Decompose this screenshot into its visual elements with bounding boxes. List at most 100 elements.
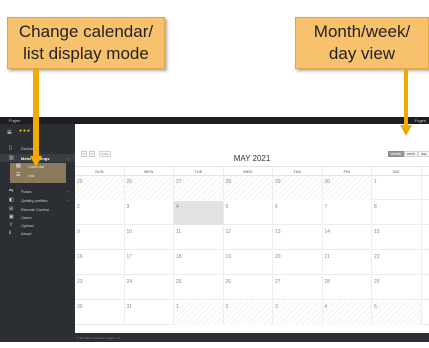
calendar-day-cell[interactable]: 8 — [372, 201, 422, 225]
calendar-day-cell[interactable]: 27 — [174, 176, 224, 200]
day-number: 4 — [324, 304, 328, 310]
day-number: 3 — [126, 204, 130, 210]
sidebar-subitem-label: List — [28, 173, 35, 178]
day-number: 6 — [275, 204, 278, 210]
day-number: 23 — [77, 279, 83, 285]
calendar-week-row: 25 26 27 28 29 30 1 — [75, 176, 429, 200]
day-number: 12 — [225, 229, 232, 235]
hamburger-menu-icon[interactable]: ≡ — [7, 129, 12, 137]
day-number: 20 — [275, 254, 281, 260]
day-number: 9 — [77, 229, 80, 235]
calendar-day-cell[interactable]: 23 — [75, 276, 125, 300]
calendar-day-cell[interactable]: 1 — [174, 301, 224, 325]
calendar-day-cell[interactable]: 21 — [323, 251, 372, 275]
calendar-day-cell[interactable]: 29 — [273, 176, 323, 200]
calendar-day-cell[interactable]: 17 — [125, 251, 174, 275]
sidebar-item-upload[interactable]: ⇧ Upload — [0, 221, 75, 229]
sidebar-item-flows[interactable]: ⇆ Flows + — [0, 187, 75, 195]
calendar-day-cell[interactable]: 30 — [322, 176, 372, 200]
calendar-day-cell[interactable]: 3 — [273, 301, 323, 325]
upload-icon: ⇧ — [9, 221, 14, 228]
day-number: 5 — [225, 204, 229, 210]
calendar-day-cell[interactable]: 20 — [273, 251, 323, 275]
info-icon: ℹ — [9, 229, 11, 236]
calendar-day-cell[interactable]: 29 — [372, 276, 422, 300]
users-icon: ▣ — [9, 213, 14, 220]
day-number: 22 — [374, 254, 380, 260]
day-number: 26 — [126, 179, 133, 185]
sidebar-item-about[interactable]: ℹ About — [0, 229, 75, 237]
day-of-week-label: SUN — [75, 167, 125, 175]
calendar-day-cell[interactable]: 30 — [75, 301, 125, 325]
calendar-day-cell[interactable]: 19 — [224, 251, 273, 275]
calendar-day-cell[interactable]: 6 — [273, 201, 323, 225]
day-number: 16 — [77, 254, 83, 260]
day-number: 26 — [225, 279, 232, 285]
day-number: 24 — [126, 279, 133, 285]
calendar-day-cell[interactable]: 2 — [223, 301, 273, 325]
calendar-day-cell[interactable]: 14 — [323, 226, 372, 250]
expand-icon: + — [66, 197, 69, 203]
day-number: 28 — [225, 179, 232, 185]
calendar-day-cell[interactable]: 26 — [124, 176, 174, 200]
expand-icon: + — [66, 188, 69, 194]
sidebar-item-remote-control[interactable]: ⊞ Remote Control — [0, 205, 75, 213]
calendar-week-row: 2 3 4 5 6 7 8 — [75, 201, 429, 225]
top-bar: Fugen Fugen — [0, 117, 429, 124]
calendar-day-cell[interactable]: 11 — [174, 226, 224, 250]
calendar-day-cell[interactable]: 5 — [224, 201, 273, 225]
calendar-day-cell[interactable]: 25 — [75, 176, 125, 200]
calendar-week-row: 23 24 25 26 27 28 29 — [75, 276, 429, 300]
calendar-day-cell[interactable]: 5 — [372, 301, 422, 325]
calendar-day-cell[interactable]: 26 — [224, 276, 273, 300]
calendar-day-cell[interactable]: 4 — [174, 201, 224, 225]
brand-label: Fugen — [9, 118, 21, 123]
day-number: 27 — [176, 179, 182, 185]
sidebar-subitem-list[interactable]: ☰ List — [10, 173, 66, 182]
calendar-day-cell[interactable]: 10 — [125, 226, 174, 250]
day-view-button[interactable]: day — [417, 151, 429, 157]
calendar-day-cell[interactable]: 27 — [273, 276, 323, 300]
calendar-day-cell[interactable]: 9 — [75, 226, 125, 250]
chart-icon: ▥ — [9, 154, 14, 161]
day-number: 2 — [225, 304, 229, 310]
calendar-day-cell[interactable]: 4 — [322, 301, 372, 325]
calendar-day-cell[interactable]: 3 — [125, 201, 174, 225]
calendar-day-cell[interactable]: 28 — [223, 176, 273, 200]
day-number: 13 — [275, 229, 281, 235]
week-view-button[interactable]: week — [403, 151, 418, 157]
calendar-day-cell[interactable]: 24 — [125, 276, 174, 300]
calendar-day-cell[interactable]: 15 — [372, 226, 422, 250]
day-number: 5 — [374, 304, 377, 310]
calendar-day-cell[interactable]: 13 — [273, 226, 323, 250]
day-of-week-label: SAT — [372, 167, 422, 175]
day-number: 11 — [176, 229, 182, 235]
quality-icon: ◧ — [9, 196, 14, 203]
calendar-day-cell[interactable]: 18 — [174, 251, 224, 275]
day-number: 1 — [374, 179, 377, 185]
day-of-week-label: THU — [273, 167, 323, 175]
calendar-week-row: 16 17 18 19 20 21 22 — [75, 251, 429, 275]
sidebar-item-label: Quality profiles — [21, 197, 48, 203]
day-number: 7 — [324, 204, 328, 210]
arrow-right-shaft — [404, 69, 408, 126]
calendar-day-cell[interactable]: 28 — [323, 276, 372, 300]
day-number: 29 — [374, 279, 380, 285]
calendar-week-row: 30 31 1 2 3 4 5 — [75, 301, 429, 325]
sidebar-item-quality-profiles[interactable]: ◧ Quality profiles + — [0, 196, 75, 204]
calendar-day-cell[interactable]: 12 — [224, 226, 273, 250]
sidebar-item-users[interactable]: ▣ Users — [0, 213, 75, 221]
arrow-left-head-icon — [30, 156, 42, 167]
calendar-week-row: 9 10 11 12 13 14 15 — [75, 226, 429, 250]
calendar-day-cell[interactable]: 7 — [323, 201, 372, 225]
calendar-icon: ▤ — [16, 163, 21, 169]
calendar-day-cell[interactable]: 22 — [372, 251, 422, 275]
calendar-day-cell[interactable]: 25 — [174, 276, 224, 300]
calendar-day-cell[interactable]: 2 — [75, 201, 125, 225]
calendar-day-cell[interactable]: 16 — [75, 251, 125, 275]
calendar-day-cell[interactable]: 31 — [125, 301, 174, 325]
calendar-day-cell[interactable]: 1 — [372, 176, 422, 200]
callout-display-mode: Change calendar/ list display mode — [7, 17, 165, 69]
month-view-button[interactable]: month — [388, 151, 404, 157]
day-number: 25 — [176, 279, 182, 285]
